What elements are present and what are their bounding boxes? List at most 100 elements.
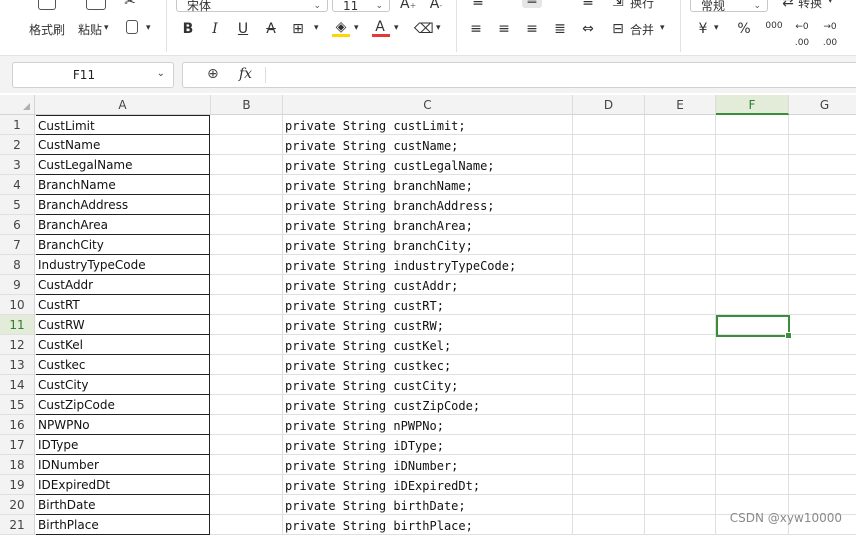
cell-a16[interactable]: NPWPNo	[36, 415, 210, 435]
column-header-c[interactable]: C	[283, 95, 573, 115]
copy-icon[interactable]	[126, 20, 138, 34]
cell-a17[interactable]: IDType	[36, 435, 210, 455]
row-header[interactable]: 13	[0, 355, 35, 375]
fx-icon[interactable]: fx	[239, 66, 252, 82]
underline-button[interactable]: U	[235, 21, 251, 37]
chevron-down-icon[interactable]: ⌄	[157, 68, 165, 79]
row-header[interactable]: 20	[0, 495, 35, 515]
align-right-icon[interactable]: ≡	[524, 21, 540, 37]
cell-c9[interactable]: private String custAddr;	[284, 275, 572, 295]
formula-input[interactable]: ⊕ fx	[182, 62, 856, 88]
cell-c2[interactable]: private String custName;	[284, 135, 572, 155]
row-header[interactable]: 14	[0, 375, 35, 395]
cell-a5[interactable]: BranchAddress	[36, 195, 210, 215]
row-header[interactable]: 21	[0, 515, 35, 535]
merge-button[interactable]: 合并	[630, 21, 654, 38]
format-painter-icon[interactable]	[38, 0, 56, 10]
cell-a2[interactable]: CustName	[36, 135, 210, 155]
italic-button[interactable]: I	[207, 21, 223, 37]
cell-a10[interactable]: CustRT	[36, 295, 210, 315]
increase-font-icon[interactable]: A+	[400, 0, 416, 14]
borders-dropdown-icon[interactable]: ▾	[314, 23, 319, 33]
cell-c10[interactable]: private String custRT;	[284, 295, 572, 315]
cell-a15[interactable]: CustZipCode	[36, 395, 210, 415]
spreadsheet-grid[interactable]: A B C D E F G 1 CustLimit private String c…	[0, 95, 856, 535]
select-all-corner[interactable]	[0, 95, 35, 115]
fill-color-icon[interactable]: ◈	[332, 19, 350, 35]
name-box[interactable]: F11 ⌄	[12, 62, 174, 88]
cell-c17[interactable]: private String iDType;	[284, 435, 572, 455]
cell-a19[interactable]: IDExpiredDt	[36, 475, 210, 495]
row-header[interactable]: 11	[0, 315, 35, 335]
percent-button[interactable]: %	[736, 21, 752, 37]
cell-a1[interactable]: CustLimit	[36, 115, 210, 135]
font-color-dropdown-icon[interactable]: ▾	[394, 23, 399, 33]
row-header[interactable]: 8	[0, 255, 35, 275]
cell-a9[interactable]: CustAddr	[36, 275, 210, 295]
eraser-icon[interactable]: ⌫	[414, 21, 434, 37]
cell-a3[interactable]: CustLegalName	[36, 155, 210, 175]
cell-c14[interactable]: private String custCity;	[284, 375, 572, 395]
convert-icon[interactable]: ⇄	[780, 0, 796, 10]
font-color-button[interactable]: A	[372, 19, 388, 35]
currency-dropdown-icon[interactable]: ▾	[714, 23, 719, 33]
align-bottom-icon[interactable]: ≡	[580, 0, 596, 10]
decrease-decimal-icon[interactable]: →0.00	[820, 19, 840, 51]
font-name-select[interactable]: 宋体 ⌄	[176, 0, 328, 13]
active-cell-f11[interactable]	[716, 315, 792, 339]
cell-a21[interactable]: BirthPlace	[36, 515, 210, 535]
align-middle-icon[interactable]: ≡	[522, 0, 542, 8]
cell-a11[interactable]: CustRW	[36, 315, 210, 335]
cell-c3[interactable]: private String custLegalName;	[284, 155, 572, 175]
cell-a20[interactable]: BirthDate	[36, 495, 210, 515]
strikethrough-button[interactable]: A	[263, 21, 279, 37]
cell-a18[interactable]: IDNumber	[36, 455, 210, 475]
row-header[interactable]: 1	[0, 115, 35, 135]
cell-a6[interactable]: BranchArea	[36, 215, 210, 235]
cell-c5[interactable]: private String branchAddress;	[284, 195, 572, 215]
bold-button[interactable]: B	[180, 21, 196, 37]
cell-c18[interactable]: private String iDNumber;	[284, 455, 572, 475]
cell-a4[interactable]: BranchName	[36, 175, 210, 195]
merge-icon[interactable]: ⊟	[610, 21, 626, 37]
cell-c19[interactable]: private String iDExpiredDt;	[284, 475, 572, 495]
decrease-font-icon[interactable]: A-	[428, 0, 444, 14]
distributed-icon[interactable]: ⇔	[580, 21, 596, 37]
cell-c13[interactable]: private String custkec;	[284, 355, 572, 375]
format-painter-button[interactable]: 格式刷	[29, 21, 65, 38]
row-header[interactable]: 5	[0, 195, 35, 215]
column-header-d[interactable]: D	[573, 95, 645, 115]
convert-dropdown-icon[interactable]: ▾	[828, 0, 833, 6]
paste-dropdown-icon[interactable]: ▾	[104, 23, 109, 33]
row-header[interactable]: 17	[0, 435, 35, 455]
wrap-text-button[interactable]: 换行	[630, 0, 654, 11]
currency-button[interactable]: ¥	[696, 21, 710, 37]
paste-icon[interactable]	[86, 0, 106, 10]
row-header[interactable]: 19	[0, 475, 35, 495]
cell-c6[interactable]: private String branchArea;	[284, 215, 572, 235]
paste-button[interactable]: 粘贴	[78, 21, 102, 38]
eraser-dropdown-icon[interactable]: ▾	[436, 23, 441, 33]
column-header-e[interactable]: E	[645, 95, 716, 115]
zoom-icon[interactable]: ⊕	[207, 66, 219, 82]
cell-a12[interactable]: CustKel	[36, 335, 210, 355]
cell-c4[interactable]: private String branchName;	[284, 175, 572, 195]
column-header-b[interactable]: B	[211, 95, 283, 115]
row-header[interactable]: 6	[0, 215, 35, 235]
increase-decimal-icon[interactable]: ←0.00	[792, 19, 812, 51]
font-size-select[interactable]: 11 ⌄	[332, 0, 390, 13]
row-header[interactable]: 3	[0, 155, 35, 175]
borders-icon[interactable]: ⊞	[290, 21, 306, 37]
cell-c21[interactable]: private String birthPlace;	[284, 515, 572, 535]
row-header[interactable]: 4	[0, 175, 35, 195]
convert-button[interactable]: 转换	[798, 0, 822, 11]
row-header[interactable]: 18	[0, 455, 35, 475]
column-header-f[interactable]: F	[716, 95, 789, 115]
justify-icon[interactable]: ≣	[552, 21, 568, 37]
row-header[interactable]: 10	[0, 295, 35, 315]
copy-dropdown-icon[interactable]: ▾	[146, 23, 151, 33]
fill-dropdown-icon[interactable]: ▾	[354, 23, 359, 33]
row-header[interactable]: 7	[0, 235, 35, 255]
scissors-icon[interactable]: ✂	[120, 0, 140, 10]
thousands-button[interactable]: 000	[764, 18, 784, 34]
